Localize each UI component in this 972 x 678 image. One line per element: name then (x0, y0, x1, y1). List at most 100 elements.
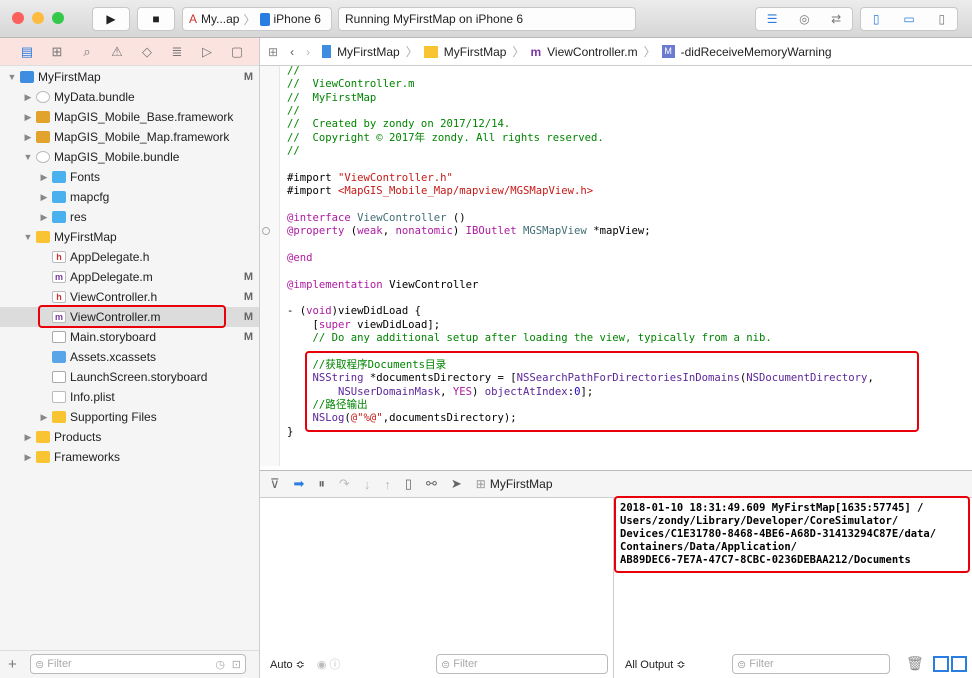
disclosure-closed-icon[interactable]: ▶ (22, 132, 34, 143)
scm-status-badge: M (243, 311, 253, 323)
code-token: () (446, 211, 466, 224)
tree-item[interactable]: h ViewController.h M (0, 287, 259, 307)
disclosure-open-icon[interactable]: ▼ (6, 72, 18, 82)
debug-area-toggle-icon[interactable]: ▭ (903, 12, 914, 26)
variables-scope-select[interactable]: Auto ≎ (270, 658, 305, 671)
code-token: ) (452, 225, 466, 238)
location-icon[interactable]: ➤ (451, 476, 462, 492)
tree-item[interactable]: Info.plist (0, 387, 259, 407)
assistant-editor-icon[interactable]: ◎ (799, 12, 809, 26)
tree-item-label: Fonts (70, 170, 101, 184)
tree-item[interactable]: ▼ MapGIS_Mobile.bundle (0, 147, 259, 167)
disclosure-closed-icon[interactable]: ▶ (38, 212, 50, 223)
standard-editor-icon[interactable]: ☰ (767, 12, 778, 26)
report-navigator-icon[interactable]: ▢ (222, 44, 252, 60)
breakpoint-navigator-icon[interactable]: ▷ (192, 44, 222, 60)
plist-icon (52, 391, 66, 403)
zoom-window-button[interactable] (52, 12, 64, 24)
disclosure-closed-icon[interactable]: ▶ (22, 452, 34, 463)
memory-graph-icon[interactable]: ⚯ (426, 476, 437, 492)
disclosure-closed-icon[interactable]: ▶ (22, 112, 34, 123)
symbol-navigator-icon[interactable]: ⊞ (42, 44, 72, 60)
stop-button[interactable]: ■ (137, 7, 175, 31)
breadcrumb-method[interactable]: -didReceiveMemoryWarning (681, 45, 832, 59)
hide-debug-area-icon[interactable]: ⊽ (270, 476, 280, 492)
code-line: - (void)didReceiveMemoryWarning { (287, 466, 972, 467)
issue-navigator-icon[interactable]: ⚠ (102, 44, 132, 60)
tree-item[interactable]: ▶ MyData.bundle (0, 87, 259, 107)
chevron-right-icon: 〉 (512, 45, 525, 59)
tree-item[interactable]: ▶ Fonts (0, 167, 259, 187)
tree-item[interactable]: ▼ MyFirstMap (0, 227, 259, 247)
project-navigator-icon[interactable]: ▤ (12, 44, 42, 60)
tree-item[interactable]: ▶ mapcfg (0, 187, 259, 207)
show-variables-toggle[interactable] (933, 656, 949, 672)
outlet-connection-icon[interactable] (262, 227, 270, 235)
step-over-icon[interactable]: ↷ (339, 476, 350, 492)
variables-filter-input[interactable]: ⊜ Filter (436, 654, 608, 674)
tree-item[interactable]: ▶ res (0, 207, 259, 227)
disclosure-closed-icon[interactable]: ▶ (38, 412, 50, 423)
eye-icon[interactable]: ◉ ⓘ (317, 656, 341, 672)
view-hierarchy-icon[interactable]: ▯ (405, 476, 412, 492)
search-navigator-icon[interactable]: ⌕ (72, 44, 102, 60)
disclosure-open-icon[interactable]: ▼ (22, 152, 34, 162)
tree-item[interactable]: m AppDelegate.m M (0, 267, 259, 287)
navigator-toggle-icon[interactable]: ▯ (873, 12, 880, 26)
disclosure-closed-icon[interactable]: ▶ (22, 432, 34, 443)
tree-item[interactable]: Assets.xcassets (0, 347, 259, 367)
debug-navigator-icon[interactable]: ≣ (162, 44, 192, 60)
console-output-select[interactable]: All Output ≎ (625, 658, 686, 671)
recent-icon[interactable]: ◷ (215, 658, 225, 671)
method-icon: M (661, 45, 675, 58)
tree-item[interactable]: ▶ Frameworks (0, 447, 259, 467)
code-token: viewDidLoad]; (350, 318, 441, 331)
scm-filter-icon[interactable]: ⊡ (232, 658, 241, 671)
tree-item[interactable]: ▶ MapGIS_Mobile_Map.framework (0, 127, 259, 147)
breadcrumb-file[interactable]: ViewController.m (547, 45, 637, 59)
console-highlight-box (614, 496, 970, 573)
utilities-toggle-icon[interactable]: ▯ (938, 12, 945, 26)
forward-button[interactable]: › (306, 45, 316, 59)
tree-item-label: Frameworks (54, 450, 121, 464)
code-line: // Created by zondy on 2017/12/14. (287, 118, 972, 131)
step-into-icon[interactable]: ↓ (364, 477, 371, 492)
step-out-icon[interactable]: ↑ (384, 477, 391, 492)
related-items-icon[interactable]: ⊞ (268, 45, 278, 59)
tree-item[interactable]: Main.storyboard M (0, 327, 259, 347)
disclosure-closed-icon[interactable]: ▶ (22, 92, 34, 103)
disclosure-closed-icon[interactable]: ▶ (38, 192, 50, 203)
test-navigator-icon[interactable]: ◇ (132, 44, 162, 60)
bundle-icon (36, 151, 50, 163)
breakpoints-toggle-icon[interactable]: ➡ (294, 476, 305, 492)
close-window-button[interactable] (12, 12, 24, 24)
tree-item[interactable]: LaunchScreen.storyboard (0, 367, 259, 387)
tree-item[interactable]: ▶ Products (0, 427, 259, 447)
tree-item[interactable]: ▼ MyFirstMap M (0, 67, 259, 87)
run-button[interactable]: ▶ (92, 7, 130, 31)
scheme-selector[interactable]: A My...ap 〉 iPhone 6 (182, 7, 332, 31)
tree-item[interactable]: h AppDelegate.h (0, 247, 259, 267)
code-token: // Copyright © 2017年 zondy. All rights r… (287, 131, 604, 144)
bluef-icon (52, 171, 66, 183)
add-icon[interactable]: + (8, 656, 17, 673)
disclosure-open-icon[interactable]: ▼ (22, 232, 34, 242)
pause-icon[interactable]: ⏸ (318, 476, 325, 492)
proj-icon (20, 71, 34, 83)
back-button[interactable]: ‹ (284, 45, 300, 59)
tree-item[interactable]: ▶ Supporting Files (0, 407, 259, 427)
breadcrumb-group[interactable]: MyFirstMap (444, 45, 507, 59)
console-filter-input[interactable]: ⊜ Filter (732, 654, 890, 674)
code-token: // (287, 65, 300, 77)
minimize-window-button[interactable] (32, 12, 44, 24)
debug-target[interactable]: MyFirstMap (490, 477, 553, 491)
trash-icon[interactable]: 🗑 (906, 655, 924, 672)
disclosure-closed-icon[interactable]: ▶ (38, 172, 50, 183)
version-editor-icon[interactable]: ⇄ (831, 12, 841, 26)
breadcrumb-project[interactable]: MyFirstMap (337, 45, 400, 59)
tree-item[interactable]: ▶ MapGIS_Mobile_Base.framework (0, 107, 259, 127)
show-console-toggle[interactable] (951, 656, 967, 672)
navigator-filter-input[interactable]: ⊜ Filter ◷ ⊡ (30, 654, 246, 674)
code-token: )didReceiveMemoryWarning { (332, 466, 498, 467)
code-line: // Do any additional setup after loading… (287, 332, 972, 345)
